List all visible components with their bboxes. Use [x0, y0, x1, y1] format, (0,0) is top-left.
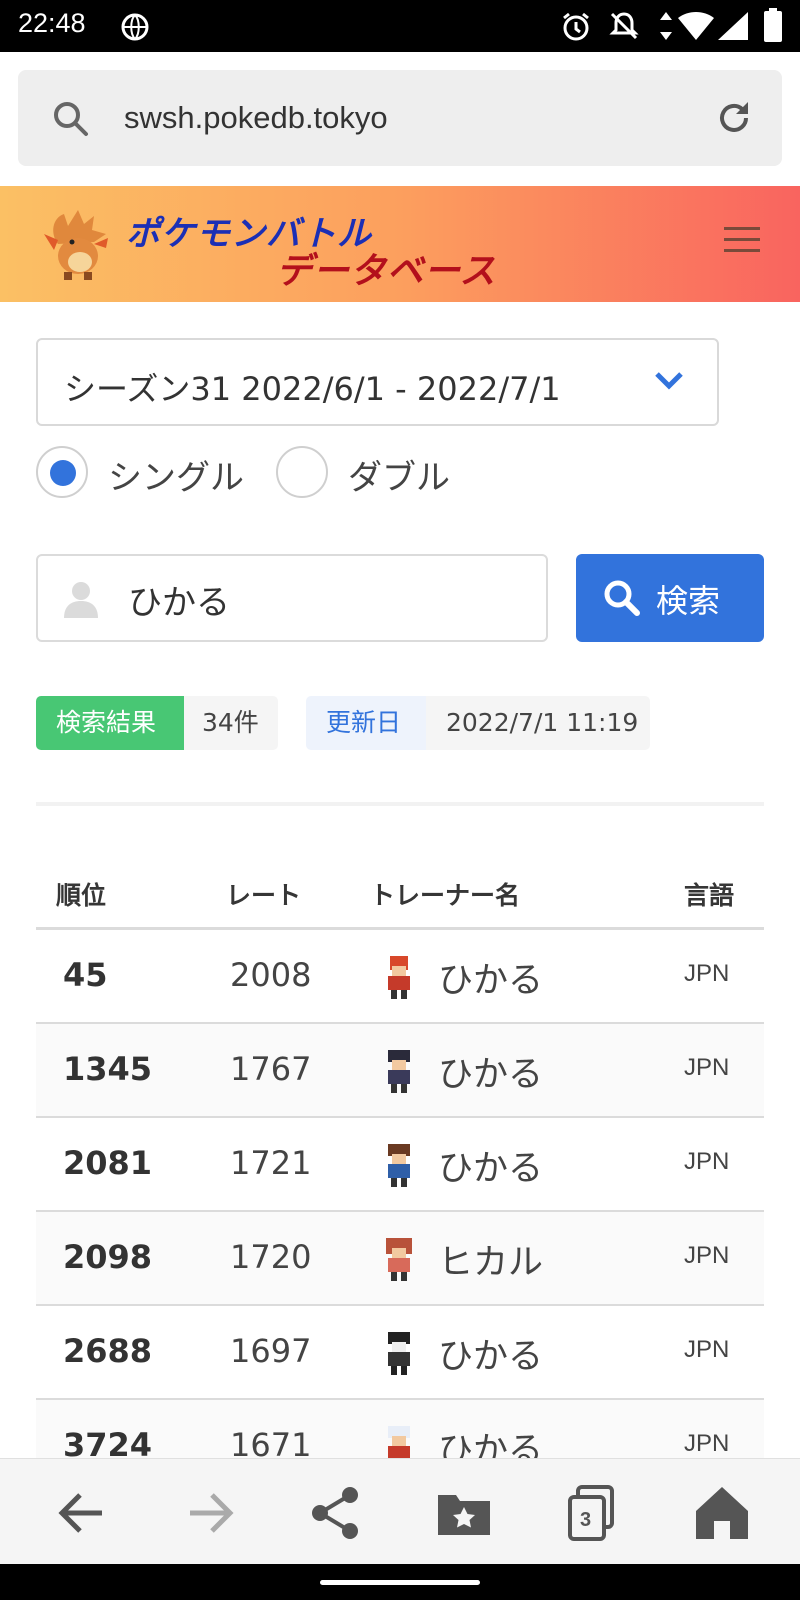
header-trainer: トレーナー名 — [370, 881, 521, 910]
url-text: swsh.pokedb.tokyo — [124, 100, 388, 135]
row-lang: JPN — [684, 1054, 730, 1081]
radio-single-label[interactable]: シングル — [108, 450, 244, 499]
header-rate: レート — [226, 881, 302, 910]
updated-label: 更新日 — [306, 696, 426, 750]
row-rank: 2688 — [63, 1332, 153, 1370]
result-count-value: 34件 — [184, 696, 278, 750]
row-trainer-name[interactable]: ひかる — [438, 952, 543, 1003]
table-row[interactable]: 45 2008 ひかる JPN — [36, 930, 764, 1024]
row-rank: 2098 — [63, 1238, 153, 1276]
search-icon — [604, 580, 640, 616]
signal-icon — [718, 12, 748, 40]
divider — [36, 802, 764, 806]
row-rate: 1720 — [230, 1238, 312, 1276]
row-rate: 1721 — [230, 1144, 312, 1182]
trainer-sprite-icon — [386, 1238, 412, 1281]
search-button[interactable]: 検索 — [576, 554, 764, 642]
table-row[interactable]: 2081 1721 ひかる JPN — [36, 1118, 764, 1212]
season-selected-value: シーズン31 2022/6/1 - 2022/7/1 — [64, 370, 561, 408]
row-lang: JPN — [684, 1336, 730, 1363]
row-lang: JPN — [684, 1430, 730, 1457]
radio-double-label[interactable]: ダブル — [348, 450, 450, 499]
logo-text-line2: データベース — [276, 251, 497, 292]
alarm-icon — [563, 12, 589, 41]
trainer-sprite-icon — [388, 1144, 410, 1187]
row-rate: 1767 — [230, 1050, 312, 1088]
charizard-logo-icon[interactable] — [38, 204, 118, 284]
tabs-icon — [568, 1485, 614, 1541]
table-row[interactable]: 2098 1720 ヒカル JPN — [36, 1212, 764, 1306]
row-rate: 2008 — [230, 956, 312, 994]
back-arrow-icon[interactable] — [50, 1481, 114, 1545]
data-transfer-icon — [660, 12, 672, 40]
row-lang: JPN — [684, 1148, 730, 1175]
row-trainer-name[interactable]: ひかる — [438, 1328, 543, 1379]
radio-selected-dot — [50, 460, 76, 486]
header-lang: 言語 — [684, 881, 735, 910]
address-bar[interactable]: swsh.pokedb.tokyo — [18, 70, 782, 166]
row-rank: 2081 — [63, 1144, 153, 1182]
radio-single[interactable] — [36, 446, 88, 498]
gesture-bar — [0, 1564, 800, 1600]
radio-double[interactable] — [276, 446, 328, 498]
tabs-button[interactable]: 3 — [560, 1481, 624, 1545]
browser-bottom-bar: 3 — [0, 1458, 800, 1564]
site-header: ポケモンバトル データベース — [0, 186, 800, 302]
row-rank: 45 — [63, 956, 108, 994]
row-trainer-name[interactable]: ひかる — [438, 1046, 543, 1097]
row-lang: JPN — [684, 960, 730, 987]
home-icon[interactable] — [690, 1481, 754, 1545]
table-header: 順位 レート トレーナー名 言語 — [36, 862, 764, 930]
reload-icon[interactable] — [714, 98, 754, 138]
trainer-search-input[interactable] — [128, 574, 528, 624]
row-trainer-name[interactable]: ひかる — [438, 1140, 543, 1191]
table-row[interactable]: 2688 1697 ひかる JPN — [36, 1306, 764, 1400]
forward-arrow-icon[interactable] — [178, 1481, 242, 1545]
updated-value: 2022/7/1 11:19 — [426, 696, 650, 750]
hamburger-menu-icon[interactable] — [724, 226, 760, 254]
trainer-sprite-icon — [388, 1332, 410, 1375]
row-rate: 1697 — [230, 1332, 312, 1370]
notifications-off-icon — [609, 12, 639, 40]
chevron-down-icon — [655, 372, 683, 390]
search-button-label: 検索 — [656, 582, 721, 620]
table-row[interactable]: 1345 1767 ひかる JPN — [36, 1024, 764, 1118]
vpn-globe-icon — [121, 13, 149, 41]
header-rank: 順位 — [56, 881, 107, 910]
user-icon — [64, 582, 98, 618]
trainer-sprite-icon — [388, 956, 410, 999]
battery-icon — [764, 8, 782, 42]
search-icon — [54, 102, 88, 136]
trainer-sprite-icon — [388, 1050, 410, 1093]
wifi-icon — [678, 12, 714, 40]
row-lang: JPN — [684, 1242, 730, 1269]
share-icon[interactable] — [304, 1481, 368, 1545]
row-trainer-name[interactable]: ヒカル — [438, 1234, 543, 1285]
tab-count: 3 — [580, 1509, 592, 1531]
browser-toolbar: swsh.pokedb.tokyo — [0, 52, 800, 184]
season-select[interactable]: シーズン31 2022/6/1 - 2022/7/1 — [36, 338, 719, 426]
status-time: 22:48 — [18, 8, 86, 38]
trainer-search-field[interactable] — [36, 554, 548, 642]
status-bar: 22:48 — [0, 0, 800, 52]
bookmarks-icon[interactable] — [432, 1481, 496, 1545]
row-rank: 1345 — [63, 1050, 153, 1088]
home-indicator[interactable] — [320, 1580, 480, 1585]
result-count-label: 検索結果 — [36, 696, 184, 750]
